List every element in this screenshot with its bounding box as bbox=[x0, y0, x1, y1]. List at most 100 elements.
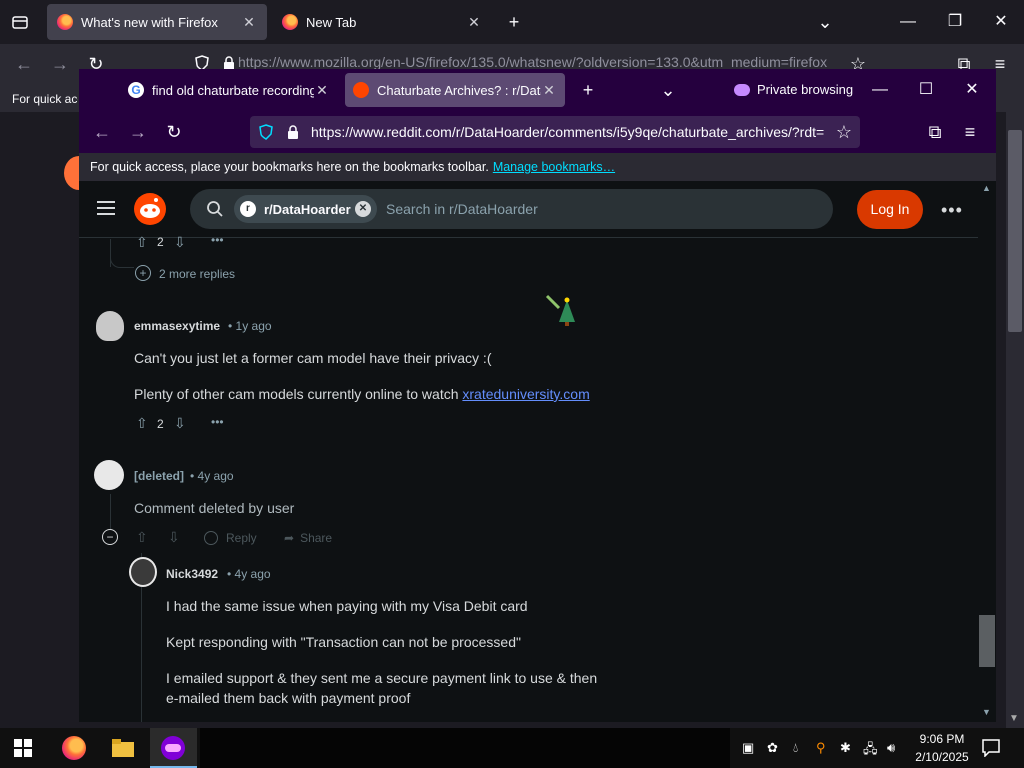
tab-title: find old chaturbate recordings bbox=[152, 82, 314, 98]
back-arrow-icon[interactable]: ← bbox=[10, 50, 38, 78]
upvote-icon[interactable]: ⇧ bbox=[136, 234, 148, 251]
shield-icon[interactable] bbox=[258, 124, 274, 140]
hamburger-menu-icon[interactable] bbox=[96, 198, 116, 218]
vote-count: 2 bbox=[157, 235, 164, 249]
back-scrollbar-thumb[interactable] bbox=[1008, 130, 1022, 332]
windows-start-icon[interactable] bbox=[14, 739, 32, 757]
scroll-down-arrow-icon[interactable]: ▼ bbox=[1009, 713, 1019, 724]
clock-time[interactable]: 9:06 PM bbox=[912, 732, 972, 746]
downvote-icon[interactable]: ⇩ bbox=[174, 234, 186, 251]
list-all-tabs-chevron-icon[interactable]: ⌄ bbox=[811, 8, 839, 36]
list-all-tabs-chevron-icon[interactable]: ⌄ bbox=[654, 76, 682, 104]
more-options-icon[interactable]: ••• bbox=[941, 200, 963, 221]
tray-security-icon[interactable]: ▣ bbox=[742, 740, 754, 756]
avatar[interactable] bbox=[96, 311, 124, 341]
share-button[interactable]: ➦ Share bbox=[284, 531, 332, 545]
close-icon[interactable]: ✕ bbox=[314, 82, 330, 98]
scroll-down-arrow-icon[interactable]: ▼ bbox=[982, 707, 991, 717]
christmas-tree-cursor-icon bbox=[545, 294, 579, 328]
tab-title: Chaturbate Archives? : r/DataHoarder bbox=[377, 82, 541, 98]
thread-line bbox=[110, 494, 111, 529]
comment-paragraph: I had the same issue when paying with my… bbox=[166, 598, 528, 614]
firefox-taskbar-icon[interactable] bbox=[62, 736, 86, 760]
downvote-icon[interactable]: ⇩ bbox=[174, 415, 186, 432]
clear-chip-icon[interactable]: ✕ bbox=[355, 201, 371, 217]
tray-app-icon[interactable]: ✿ bbox=[767, 740, 778, 756]
firefox-icon bbox=[282, 14, 298, 30]
minimize-icon[interactable]: — bbox=[894, 8, 922, 36]
url-text[interactable]: https://www.reddit.com/r/DataHoarder/com… bbox=[311, 124, 829, 140]
share-label: Share bbox=[300, 531, 333, 545]
reddit-favicon-icon bbox=[353, 82, 369, 98]
expand-replies-icon[interactable]: + bbox=[135, 265, 151, 281]
comment-paragraph: e-mailed them back with payment proof bbox=[166, 690, 411, 706]
new-tab-plus-icon[interactable]: + bbox=[500, 8, 528, 36]
search-placeholder[interactable]: Search in r/DataHoarder bbox=[386, 201, 538, 217]
avatar[interactable] bbox=[129, 557, 157, 587]
extensions-icon[interactable]: ⧉ bbox=[921, 118, 949, 146]
lock-icon[interactable] bbox=[286, 124, 300, 140]
back-arrow-icon[interactable]: ← bbox=[88, 118, 116, 146]
reload-icon[interactable]: ↻ bbox=[160, 118, 188, 146]
maximize-icon[interactable]: ☐ bbox=[912, 76, 940, 104]
tab-google-search[interactable]: G find old chaturbate recordings ✕ bbox=[120, 73, 338, 107]
deleted-avatar bbox=[94, 460, 124, 490]
file-explorer-icon[interactable] bbox=[111, 736, 135, 760]
scroll-up-arrow-icon[interactable]: ▲ bbox=[982, 183, 991, 193]
back-url-text[interactable]: https://www.mozilla.org/en-US/firefox/13… bbox=[238, 54, 848, 70]
collapse-thread-icon[interactable]: − bbox=[102, 529, 118, 545]
comment-username[interactable]: Nick3492 bbox=[166, 567, 218, 581]
comment-age: • 4y ago bbox=[190, 469, 234, 483]
restore-icon[interactable]: ❐ bbox=[941, 8, 969, 36]
subreddit-chip-label: r/DataHoarder bbox=[264, 201, 351, 217]
clock-date[interactable]: 2/10/2025 bbox=[912, 750, 972, 764]
downvote-icon[interactable]: ⇩ bbox=[168, 529, 180, 546]
share-icon: ➦ bbox=[284, 531, 295, 545]
upvote-icon[interactable]: ⇧ bbox=[136, 529, 148, 546]
tray-drop-icon[interactable]: 💧︎ bbox=[793, 740, 798, 756]
comment-paragraph: Comment deleted by user bbox=[134, 500, 295, 516]
volume-icon[interactable]: 🔊︎ bbox=[887, 740, 895, 756]
login-button[interactable]: Log In bbox=[857, 190, 923, 229]
close-icon[interactable]: ✕ bbox=[541, 82, 557, 98]
upvote-icon[interactable]: ⇧ bbox=[136, 415, 148, 432]
tab-reddit-thread[interactable]: Chaturbate Archives? : r/DataHoarder ✕ bbox=[345, 73, 565, 107]
forward-arrow-icon[interactable]: → bbox=[46, 50, 74, 78]
new-tab-plus-icon[interactable]: + bbox=[574, 76, 602, 104]
tray-search-icon[interactable]: ⚲ bbox=[816, 740, 826, 756]
reply-label: Reply bbox=[226, 531, 257, 545]
menu-icon[interactable]: ≡ bbox=[956, 118, 984, 146]
private-browsing-taskbar-icon[interactable] bbox=[161, 736, 185, 760]
notification-center-icon[interactable] bbox=[982, 739, 1000, 757]
private-browsing-indicator: Private browsing bbox=[734, 82, 853, 97]
forward-arrow-icon[interactable]: → bbox=[124, 118, 152, 146]
reply-button[interactable]: Reply bbox=[204, 531, 257, 545]
comment-username: [deleted] bbox=[134, 469, 185, 483]
close-icon[interactable]: ✕ bbox=[241, 14, 257, 30]
private-browsing-label: Private browsing bbox=[757, 82, 854, 97]
thread-elbow bbox=[110, 256, 134, 268]
more-replies-link[interactable]: 2 more replies bbox=[159, 267, 235, 281]
subreddit-chip[interactable]: r r/DataHoarder ✕ bbox=[234, 195, 377, 223]
more-actions-icon[interactable]: ••• bbox=[211, 233, 224, 247]
bookmark-star-icon[interactable]: ☆ bbox=[830, 118, 858, 146]
close-icon[interactable]: ✕ bbox=[466, 14, 482, 30]
reddit-logo-icon[interactable] bbox=[134, 193, 166, 225]
comment-age: • 4y ago bbox=[227, 567, 271, 581]
close-window-icon[interactable]: ✕ bbox=[987, 8, 1015, 36]
tab-overview-icon[interactable] bbox=[10, 12, 30, 32]
tray-star-icon[interactable]: ✱ bbox=[840, 740, 851, 756]
page-scrollbar-thumb[interactable] bbox=[979, 615, 995, 667]
comment-external-link[interactable]: xrateduniversity.com bbox=[462, 386, 589, 402]
comment-username[interactable]: emmasexytime bbox=[134, 319, 220, 333]
close-window-icon[interactable]: ✕ bbox=[958, 76, 986, 104]
more-actions-icon[interactable]: ••• bbox=[211, 415, 224, 429]
back-tab-whats-new[interactable]: What's new with Firefox ✕ bbox=[47, 4, 267, 40]
comment-bubble-icon bbox=[204, 531, 218, 545]
manage-bookmarks-link[interactable]: Manage bookmarks… bbox=[493, 160, 615, 174]
minimize-icon[interactable]: — bbox=[866, 76, 894, 104]
network-icon[interactable]: 🖧︎ bbox=[863, 740, 878, 762]
back-tab-new-tab[interactable]: New Tab ✕ bbox=[272, 4, 492, 40]
comment-paragraph-text: Plenty of other cam models currently onl… bbox=[134, 386, 463, 402]
comment-paragraph: I emailed support & they sent me a secur… bbox=[166, 670, 598, 686]
